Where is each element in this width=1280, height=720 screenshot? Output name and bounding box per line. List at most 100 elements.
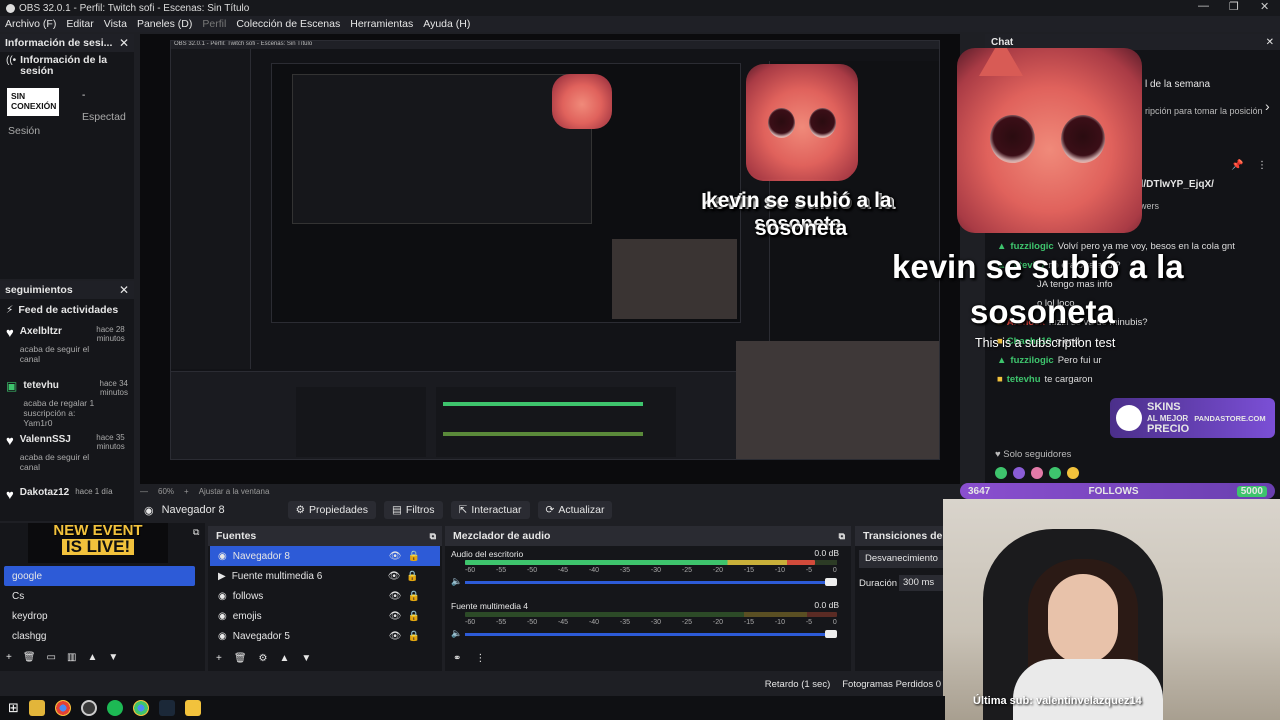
transition-select[interactable]: Desvanecimiento xyxy=(859,550,945,568)
follows-label: FOLLOWS xyxy=(1088,485,1139,497)
add-icon[interactable]: + xyxy=(216,653,222,664)
eye-icon[interactable]: 👁 xyxy=(389,591,402,602)
scene-item[interactable]: google xyxy=(4,566,195,586)
refresh-button[interactable]: ⟳ Actualizar xyxy=(537,501,613,519)
eye-icon[interactable]: 👁 xyxy=(388,571,401,582)
trash-icon[interactable]: 🗑 xyxy=(234,653,247,664)
mixer-header: Mezclador de audio ⧉ xyxy=(445,526,851,546)
interact-button[interactable]: ⇱ Interactuar xyxy=(450,501,530,519)
menu-archivo[interactable]: Archivo (F) xyxy=(0,18,61,30)
menu-vista[interactable]: Vista xyxy=(99,18,132,30)
speaker-icon[interactable]: 🔈 xyxy=(451,576,462,587)
close-icon[interactable]: ✕ xyxy=(1266,37,1274,48)
windows-start-icon[interactable]: ⊞ xyxy=(8,700,19,716)
meter-tick-label: -40 xyxy=(588,619,600,626)
lock-icon[interactable]: 🔒 xyxy=(407,631,419,642)
maximize-button[interactable]: ❐ xyxy=(1229,0,1239,13)
duplicate-icon[interactable]: ▭ xyxy=(47,652,56,663)
nested-meter xyxy=(443,432,643,436)
spotify-icon[interactable] xyxy=(106,700,123,716)
filters-button[interactable]: ▤ Filtros xyxy=(384,501,443,519)
menu-paneles[interactable]: Paneles (D) xyxy=(132,18,197,30)
up-icon[interactable]: ▲ xyxy=(280,653,290,664)
zoom-level[interactable]: 60% xyxy=(158,487,174,496)
menu-ayuda[interactable]: Ayuda (H) xyxy=(418,18,475,30)
zoom-out-icon[interactable]: — xyxy=(140,487,148,496)
trash-icon[interactable]: 🗑 xyxy=(23,652,36,663)
obs-icon[interactable] xyxy=(80,700,97,716)
title-bar: OBS 32.0.1 - Perfil: Twitch sofi - Escen… xyxy=(0,0,1280,16)
steam-icon[interactable] xyxy=(158,700,175,716)
add-icon[interactable]: + xyxy=(6,652,12,663)
minimize-button[interactable]: — xyxy=(1198,0,1209,12)
volume-handle[interactable] xyxy=(825,630,837,638)
scenes-dock: NEW EVENT IS LIVE! ⧉ google Cs keydrop c… xyxy=(0,523,205,671)
meter-tick-label: 0 xyxy=(832,619,837,626)
dock-float-icon[interactable]: ⧉ xyxy=(839,531,851,542)
close-button[interactable]: ✕ xyxy=(1260,0,1269,13)
meter-ticks: -60 -55 -50 -45 -40 -35 -30 -25 -20 -15 -10 -5 0 xyxy=(465,567,837,574)
more-icon[interactable]: ⋮ xyxy=(1257,160,1267,171)
session-label: Sesión xyxy=(8,125,41,137)
down-icon[interactable]: ▼ xyxy=(108,652,118,663)
down-icon[interactable]: ▼ xyxy=(301,653,311,664)
scene-item[interactable]: keydrop xyxy=(4,606,195,626)
lock-icon[interactable]: 🔒 xyxy=(407,551,419,562)
lock-icon[interactable]: 🔒 xyxy=(406,571,418,582)
nested-webcam xyxy=(612,239,737,319)
pin-icon[interactable]: 📌 xyxy=(1231,160,1243,171)
volume-slider[interactable] xyxy=(465,633,837,636)
fit-window[interactable]: Ajustar a la ventana xyxy=(199,487,270,496)
speaker-icon[interactable]: 🔈 xyxy=(451,628,462,639)
menu-perfil[interactable]: Perfil xyxy=(197,18,231,30)
menu-editar[interactable]: Editar xyxy=(61,18,98,30)
lock-icon[interactable]: 🔒 xyxy=(407,591,419,602)
dock-float-icon[interactable]: ⧉ xyxy=(430,531,442,542)
feed-item: ♥ Dakotaz12 hace 1 día xyxy=(6,487,128,507)
chrome-profile-icon[interactable] xyxy=(132,700,149,716)
menu-dots-icon[interactable]: ⋮ xyxy=(475,653,485,664)
source-item[interactable]: ◉ emojis 👁 🔒 xyxy=(210,606,440,626)
preview-canvas[interactable]: OBS 32.0.1 - Perfil: Twitch sofi - Escen… xyxy=(140,34,960,484)
scene-item[interactable]: Cs xyxy=(4,586,195,606)
lock-icon[interactable]: 🔒 xyxy=(407,611,419,622)
dock-float-icon[interactable]: ⧉ xyxy=(193,527,199,538)
meter-tick-label: -50 xyxy=(526,567,538,574)
heart-icon: ♥ xyxy=(6,433,14,448)
link-icon[interactable]: ⚭ xyxy=(453,653,461,664)
eye-icon[interactable]: 👁 xyxy=(389,611,402,622)
duration-input[interactable]: 300 ms xyxy=(899,575,945,591)
file-explorer-icon[interactable] xyxy=(28,700,45,716)
eye-icon[interactable]: 👁 xyxy=(389,631,402,642)
feed-list: ♥ Axelbltzr hace 28 minutos acaba de seg… xyxy=(0,321,134,511)
feed-item: ♥ ValennSSJ hace 35 minutos acaba de seg… xyxy=(6,433,128,487)
dock-close-icon[interactable]: ✕ xyxy=(119,36,129,50)
filter-icon[interactable]: ▥ xyxy=(67,652,76,663)
menu-herramientas[interactable]: Herramientas xyxy=(345,18,418,30)
pinned-link[interactable]: el/DTlwYP_EjqX/ xyxy=(1135,179,1214,190)
bolt-icon: ⚡ xyxy=(6,304,14,316)
meter-ticks: -60 -55 -50 -45 -40 -35 -30 -25 -20 -15 -10 -5 0 xyxy=(465,619,837,626)
source-item[interactable]: ▶ Fuente multimedia 6 👁 🔒 xyxy=(210,566,440,586)
eye-icon[interactable]: 👁 xyxy=(389,551,402,562)
nested-preview xyxy=(271,63,741,323)
gear-icon[interactable]: ⚙ xyxy=(259,653,268,664)
scene-item[interactable]: clashgg xyxy=(4,626,195,646)
dock-close-icon[interactable]: ✕ xyxy=(119,283,129,297)
cat-image-large xyxy=(957,48,1142,233)
up-icon[interactable]: ▲ xyxy=(87,652,97,663)
badge-icon: ▲ xyxy=(997,355,1007,366)
chevron-right-icon[interactable]: › xyxy=(1265,98,1270,114)
chrome-icon[interactable] xyxy=(54,700,71,716)
volume-slider[interactable] xyxy=(465,581,837,584)
menu-coleccion[interactable]: Colección de Escenas xyxy=(231,18,345,30)
source-item[interactable]: ◉ Navegador 5 👁 🔒 xyxy=(210,626,440,646)
mixer-controls: ⚭ ⋮ xyxy=(453,653,485,664)
volume-handle[interactable] xyxy=(825,578,837,586)
properties-button[interactable]: ⚙ Propiedades xyxy=(287,501,376,519)
source-item[interactable]: ◉ Navegador 8 👁 🔒 xyxy=(210,546,440,566)
app-icon[interactable] xyxy=(184,700,201,716)
source-item[interactable]: ◉ follows 👁 🔒 xyxy=(210,586,440,606)
audio-mixer-dock: Mezclador de audio ⧉ Audio del escritorio… xyxy=(445,526,851,671)
zoom-in-icon[interactable]: + xyxy=(184,487,189,496)
